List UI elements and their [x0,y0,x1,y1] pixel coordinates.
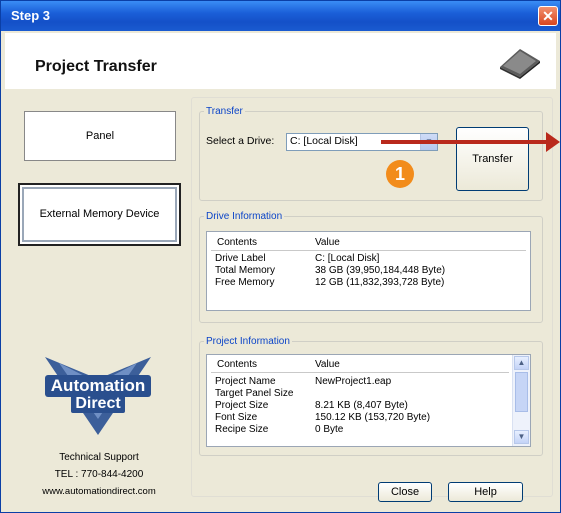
select-drive-label: Select a Drive: [206,135,275,147]
support-title: Technical Support [59,452,139,463]
step-number-badge: 1 [386,160,414,188]
scroll-thumb[interactable] [515,372,528,412]
drive-row-label-0: Drive Label [215,253,266,264]
drive-row-label-2: Free Memory [215,277,275,288]
project-row-label-0: Project Name [215,376,276,387]
project-row-value-0: NewProject1.eap [315,376,392,387]
scroll-up-icon[interactable]: ▲ [514,356,529,370]
drive-col-contents: Contents [217,237,258,248]
drive-row-label-1: Total Memory [215,265,276,276]
drive-info-table: Contents Value Drive Label C: [Local Dis… [206,231,531,311]
window-title: Step 3 [11,8,51,23]
page-title: Project Transfer [35,58,157,75]
project-header-divider [211,372,509,373]
project-row-label-2: Project Size [215,400,269,411]
header-panel: Project Transfer [5,33,556,89]
panel-button-label: Panel [85,130,115,142]
dialog-window: Step 3 ✕ Project Transfer Panel External… [0,0,561,513]
help-button[interactable]: Help [448,482,523,502]
close-window-button[interactable]: ✕ [538,6,558,26]
drive-select-value: C: [Local Disk] [290,135,358,147]
annotation-arrow-line [381,140,548,144]
project-col-contents: Contents [217,359,258,370]
project-info-legend: Project Information [206,336,290,347]
project-info-table: Contents Value Project Name NewProject1.… [206,354,531,447]
drive-row-value-2: 12 GB (11,832,393,728 Byte) [315,277,445,288]
external-memory-button[interactable]: External Memory Device [18,183,181,246]
project-row-value-3: 150.12 KB (153,720 Byte) [315,412,431,423]
project-row-label-1: Target Panel Size [215,388,294,399]
help-button-label: Help [474,486,497,498]
panel-button[interactable]: Panel [24,111,176,161]
drive-info-legend: Drive Information [206,211,283,222]
external-memory-button-label: External Memory Device [39,208,160,220]
transfer-button[interactable]: Transfer [456,127,529,191]
close-button[interactable]: Close [378,482,432,502]
close-button-label: Close [390,486,420,498]
project-col-value: Value [315,359,340,370]
close-icon: ✕ [542,8,554,24]
project-row-value-4: 0 Byte [315,424,344,435]
support-tel: TEL : 770-844-4200 [54,469,144,480]
drive-col-value: Value [315,237,340,248]
automation-direct-logo: Automation Direct [39,353,157,437]
device-icon [496,45,542,84]
title-bar[interactable]: Step 3 ✕ [1,1,560,31]
transfer-button-label: Transfer [472,153,513,165]
annotation-arrow-head [546,132,560,152]
drive-header-divider [211,250,526,251]
logo-text-direct: Direct [75,395,121,412]
transfer-legend: Transfer [206,106,243,117]
scroll-down-icon[interactable]: ▼ [514,430,529,444]
support-website: www.automationdirect.com [42,486,156,497]
drive-row-value-1: 38 GB (39,950,184,448 Byte) [315,265,446,276]
project-row-value-2: 8.21 KB (8,407 Byte) [315,400,408,411]
project-scrollbar[interactable]: ▲ ▼ [512,355,530,446]
project-row-label-3: Font Size [215,412,258,423]
project-row-label-4: Recipe Size [215,424,269,435]
logo-text-automation: Automation [50,376,146,395]
drive-row-value-0: C: [Local Disk] [315,253,380,264]
